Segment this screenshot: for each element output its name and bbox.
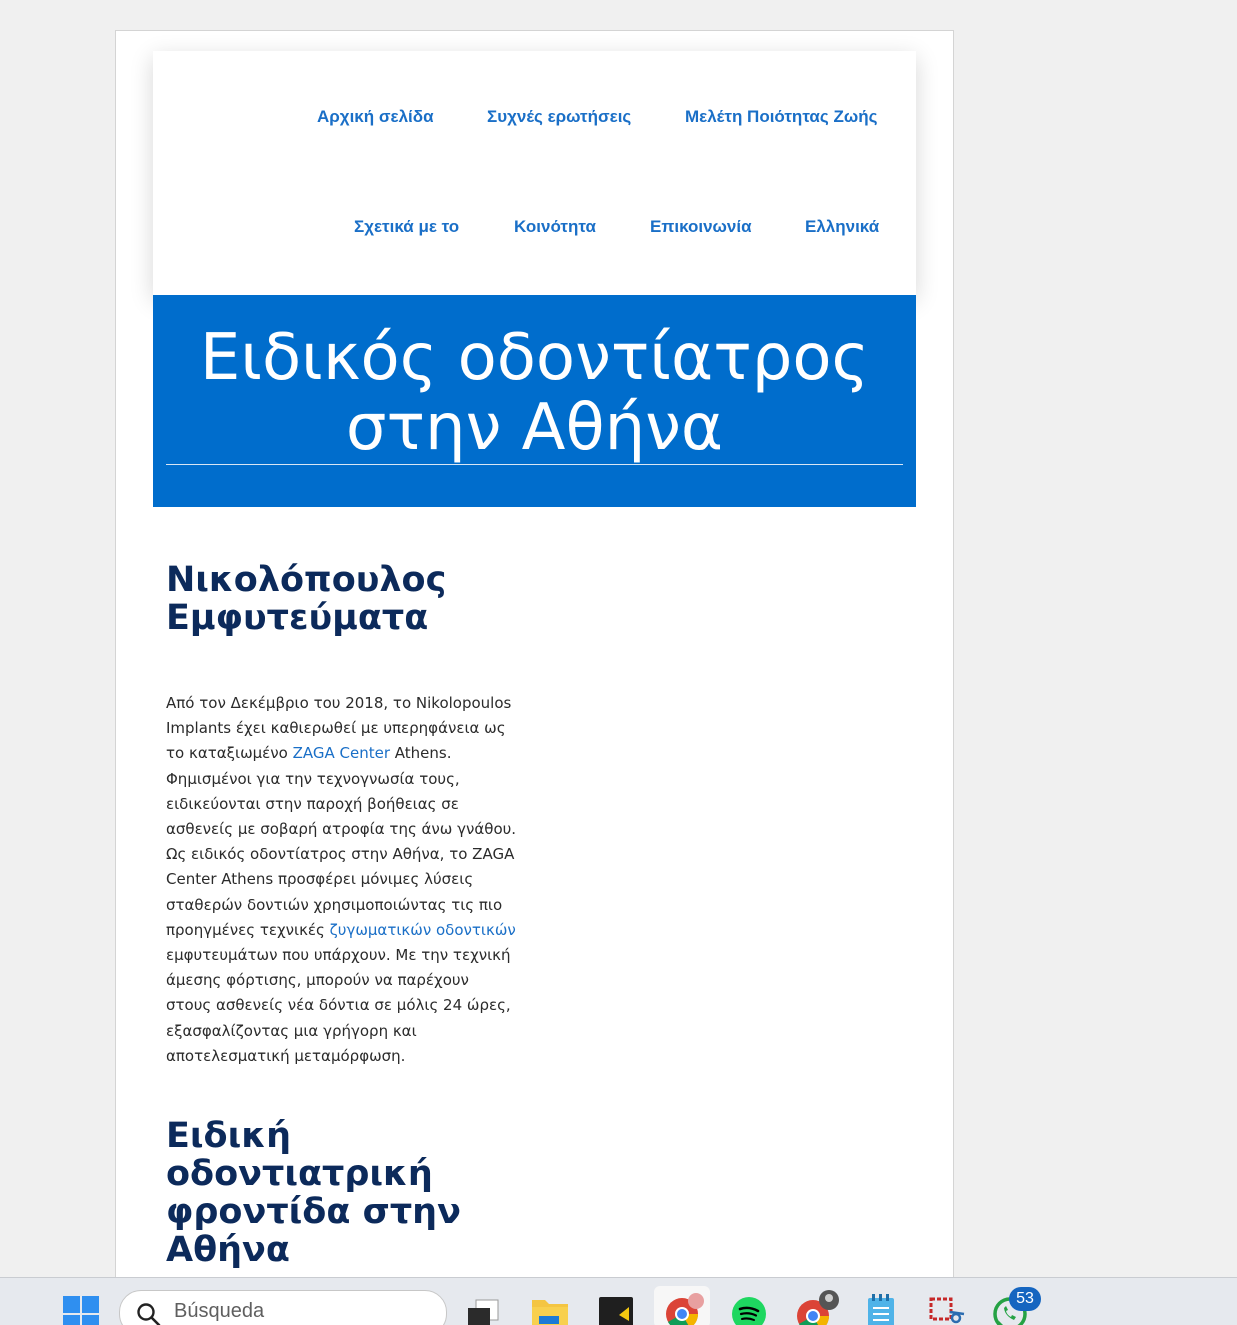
zygomatic-implants-link[interactable]: ζυγωματικών οδοντικών: [330, 921, 516, 939]
nav-language-link[interactable]: Ελληνικά: [805, 217, 879, 237]
search-placeholder: Búsqueda: [174, 1300, 264, 1323]
hero-title: Ειδικός οδοντίατρος στην Αθήνα: [153, 323, 916, 463]
windows-taskbar: Búsqueda: [0, 1277, 1237, 1325]
task-view-icon[interactable]: [466, 1298, 502, 1325]
site-header: Αρχική σελίδα Συχνές ερωτήσεις Μελέτη Πο…: [153, 51, 916, 295]
taskbar-search-box[interactable]: Búsqueda: [119, 1290, 447, 1325]
paragraph-text: εμφυτευμάτων που υπάρχουν. Με την τεχνικ…: [166, 946, 511, 1065]
intro-paragraph: Από τον Δεκέμβριο του 2018, το Nikolopou…: [166, 691, 526, 1069]
windows-start-icon[interactable]: [63, 1296, 99, 1325]
section-heading-implants: Νικολόπουλος Εμφυτεύματα: [166, 561, 446, 637]
notepad-icon[interactable]: [866, 1294, 896, 1325]
nav-contact-link[interactable]: Επικοινωνία: [650, 217, 752, 237]
browser-page: Αρχική σελίδα Συχνές ερωτήσεις Μελέτη Πο…: [115, 30, 954, 1279]
chrome-icon[interactable]: [664, 1292, 704, 1325]
whatsapp-unread-badge: 53: [1009, 1287, 1041, 1311]
chrome-profile-icon[interactable]: [795, 1290, 841, 1325]
section-heading-line: οδοντιατρική: [166, 1154, 433, 1194]
section-heading-line: Εμφυτεύματα: [166, 598, 428, 638]
section-heading-dental-care: Ειδική οδοντιατρική φροντίδα στην Αθήνα: [166, 1117, 461, 1269]
section-heading-line: Αθήνα: [166, 1230, 290, 1270]
hero-title-line-2: στην Αθήνα: [346, 391, 723, 465]
section-heading-line: Ειδική: [166, 1116, 291, 1156]
hero-divider: [166, 464, 903, 465]
paragraph-text: Athens. Φημισμένοι για την τεχνογνωσία τ…: [166, 744, 516, 938]
nav-home-link[interactable]: Αρχική σελίδα: [317, 107, 434, 127]
hero-title-line-1: Ειδικός οδοντίατρος: [200, 321, 869, 395]
nav-faq-link[interactable]: Συχνές ερωτήσεις: [487, 107, 631, 127]
file-explorer-icon[interactable]: [531, 1296, 569, 1325]
sticky-app-icon[interactable]: [599, 1297, 633, 1325]
section-heading-line: φροντίδα στην: [166, 1192, 461, 1232]
spotify-icon[interactable]: [731, 1296, 767, 1325]
nav-about-link[interactable]: Σχετικά με το: [354, 217, 459, 237]
search-icon: [136, 1302, 162, 1325]
section-heading-line: Νικολόπουλος: [166, 560, 446, 600]
snipping-tool-icon[interactable]: [928, 1294, 966, 1325]
nav-community-link[interactable]: Κοινότητα: [514, 217, 596, 237]
nav-quality-of-life-study-link[interactable]: Μελέτη Ποιότητας Ζωής: [685, 107, 877, 127]
hero-banner: Ειδικός οδοντίατρος στην Αθήνα: [153, 295, 916, 507]
zaga-center-link[interactable]: ZAGA Center: [293, 744, 390, 762]
